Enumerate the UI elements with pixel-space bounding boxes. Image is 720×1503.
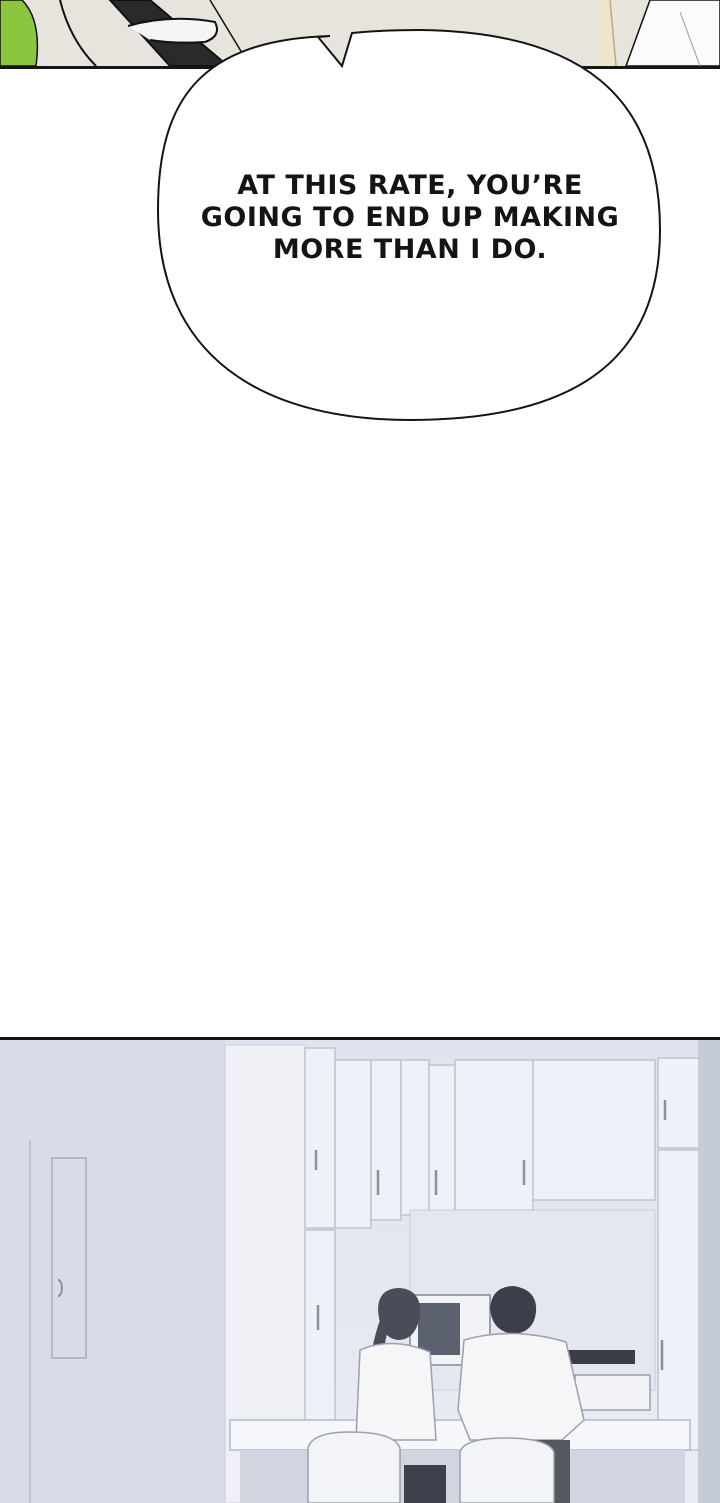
- left-wall: [0, 1040, 225, 1503]
- speech-bubble-text: AT THIS RATE, YOU’RE GOING TO END UP MAK…: [200, 170, 620, 265]
- right-wall: [698, 1040, 720, 1503]
- bar-stool-right: [459, 1437, 555, 1503]
- oven: [574, 1374, 651, 1411]
- bar-stool-left: [307, 1431, 401, 1503]
- kitchen-scene-artwork: [0, 1040, 720, 1503]
- microwave-window: [418, 1303, 460, 1355]
- woman-legs: [404, 1465, 446, 1503]
- counter: [229, 1419, 691, 1451]
- lower-cabinet: [304, 1229, 336, 1426]
- tall-cabinet: [657, 1149, 701, 1451]
- kitchen-scene-panel: [0, 1037, 720, 1503]
